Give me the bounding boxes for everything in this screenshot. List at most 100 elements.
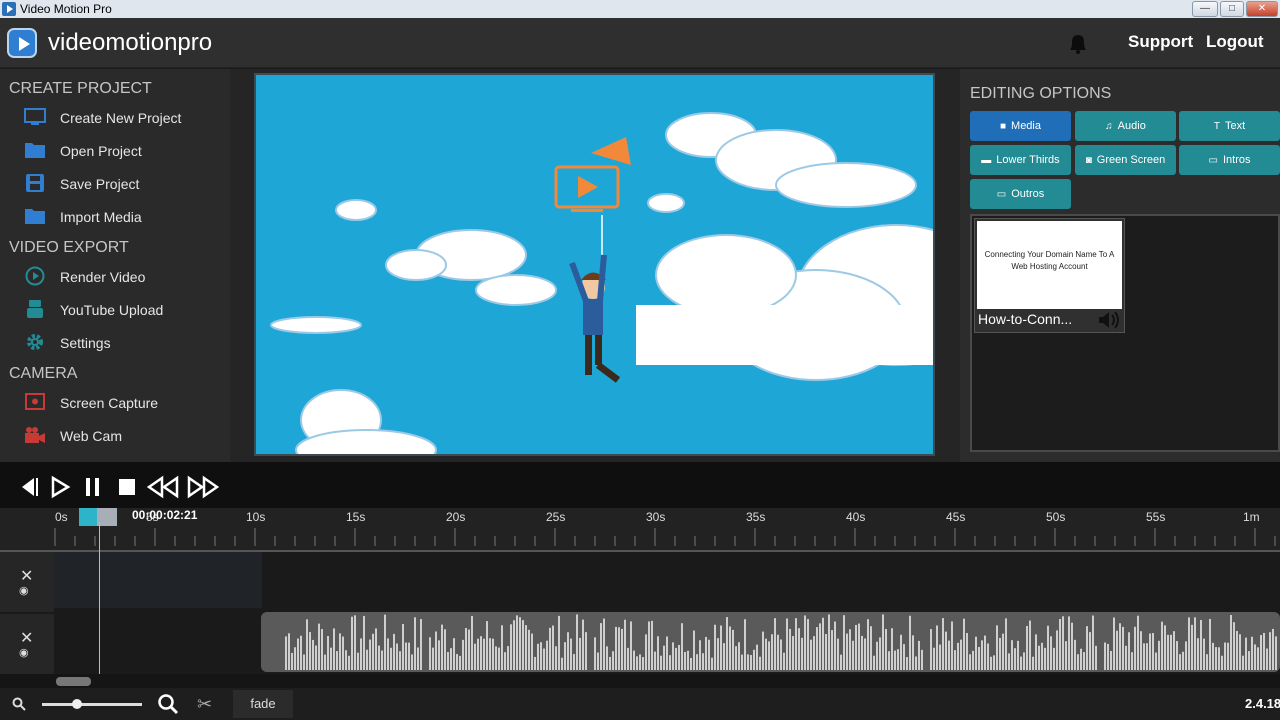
step-back-icon[interactable] — [16, 475, 42, 499]
zoom-slider-knob[interactable] — [72, 699, 82, 709]
remove-track-icon[interactable]: ✕ — [20, 566, 33, 586]
outros-button[interactable]: ▭ Outros — [970, 179, 1071, 209]
logo-text: videomotionpro — [48, 29, 213, 56]
visibility-eye-icon[interactable]: ◉ — [19, 646, 29, 659]
waveform-bar — [792, 636, 794, 670]
waveform-bar — [1191, 624, 1193, 670]
waveform-bar — [774, 618, 776, 670]
sidebar-item-settings[interactable]: Settings — [0, 329, 230, 357]
sidebar-item-label: Settings — [60, 335, 111, 351]
waveform-bar — [861, 635, 863, 670]
stop-icon[interactable] — [114, 475, 140, 499]
visibility-eye-icon[interactable]: ◉ — [19, 584, 29, 597]
media-button[interactable]: ■ Media — [970, 111, 1071, 141]
waveform-bar — [1056, 630, 1058, 670]
waveform-bar — [567, 632, 569, 670]
waveform-bar — [1113, 617, 1115, 670]
waveform-bar — [600, 623, 602, 670]
sidebar-item-create-new-project[interactable]: Create New Project — [0, 104, 230, 132]
waveform-bar — [891, 628, 893, 670]
waveform-bar — [561, 657, 563, 670]
sidebar-item-web-cam[interactable]: Web Cam — [0, 422, 230, 450]
waveform-bar — [621, 628, 623, 670]
zoom-out-icon[interactable] — [12, 697, 26, 711]
rewind-icon[interactable] — [146, 475, 180, 499]
waveform-bar — [930, 629, 932, 670]
video-preview[interactable] — [254, 73, 935, 456]
waveform-bar — [342, 636, 344, 670]
timeline-ruler[interactable]: 0s 5s 10s 15s 20s 25s 30s 35s 40s 45s 50s 55s 1m 00:… — [0, 508, 1280, 552]
sidebar-item-youtube-upload[interactable]: YouTube Upload — [0, 296, 230, 324]
tick-label: 55s — [1146, 510, 1166, 524]
waveform-bar — [351, 616, 353, 670]
waveform-bar — [645, 634, 647, 670]
sidebar-item-screen-capture[interactable]: Screen Capture — [0, 389, 230, 417]
waveform-bar — [1263, 632, 1265, 670]
transition-filter-label: fade — [250, 696, 276, 711]
green-screen-button-label: Green Screen — [1096, 154, 1166, 166]
waveform-bar — [1059, 618, 1061, 670]
sidebar-item-label: Screen Capture — [60, 395, 159, 411]
tick-label: 30s — [646, 510, 666, 524]
audio-button[interactable]: ♫ Audio — [1075, 111, 1176, 141]
maximize-button[interactable]: □ — [1220, 1, 1244, 17]
waveform-bar — [840, 654, 842, 670]
zoom-in-icon[interactable] — [157, 693, 179, 715]
sidebar-item-import-media[interactable]: Import Media — [0, 203, 230, 231]
video-clip[interactable] — [54, 552, 262, 608]
bell-icon[interactable] — [1066, 32, 1090, 54]
waveform-bar — [366, 649, 368, 670]
green-screen-button[interactable]: ◙ Green Screen — [1075, 145, 1176, 175]
waveform-bar — [1176, 641, 1178, 670]
app-header: videomotionpro Support Logout — [0, 18, 1280, 68]
zoom-slider[interactable] — [42, 703, 142, 706]
waveform-bar — [459, 655, 461, 670]
audio-waveform-clip[interactable] — [261, 612, 1280, 672]
waveform-bar — [528, 629, 530, 670]
remove-track-icon[interactable]: ✕ — [20, 628, 33, 648]
lower-thirds-button[interactable]: ▬ Lower Thirds — [970, 145, 1071, 175]
waveform-bar — [723, 643, 725, 670]
waveform-bar — [702, 653, 704, 670]
waveform-bar — [693, 630, 695, 670]
media-thumbnail-title: Connecting Your Domain Name To A Web Hos… — [977, 221, 1122, 309]
waveform-bar — [1080, 648, 1082, 670]
waveform-bar — [1248, 651, 1250, 670]
play-icon[interactable] — [48, 475, 74, 499]
waveform-bar — [684, 651, 686, 670]
pause-icon[interactable] — [80, 475, 106, 499]
waveform-bar — [921, 649, 923, 670]
waveform-bar — [765, 638, 767, 670]
waveform-bar — [630, 621, 632, 670]
scrollbar-thumb[interactable] — [56, 677, 91, 686]
waveform-bar — [477, 638, 479, 670]
waveform-bar — [1239, 634, 1241, 670]
close-button[interactable]: ✕ — [1246, 1, 1278, 17]
waveform-bar — [846, 633, 848, 670]
support-link[interactable]: Support — [1128, 32, 1193, 52]
sidebar-item-save-project[interactable]: Save Project — [0, 170, 230, 198]
waveform-bar — [465, 628, 467, 670]
sidebar-item-render-video[interactable]: Render Video — [0, 263, 230, 291]
intros-button[interactable]: ▭ Intros — [1179, 145, 1280, 175]
waveform-bar — [1227, 642, 1229, 670]
scissors-icon[interactable]: ✂ — [197, 694, 212, 715]
tick-label: 45s — [946, 510, 966, 524]
media-thumbnail[interactable]: Connecting Your Domain Name To A Web Hos… — [974, 218, 1125, 333]
sidebar-item-open-project[interactable]: Open Project — [0, 137, 230, 165]
waveform-bar — [789, 628, 791, 670]
playhead-handle[interactable] — [79, 508, 117, 526]
sidebar-item-label: Import Media — [60, 209, 142, 225]
waveform-bar — [1155, 652, 1157, 670]
minimize-button[interactable]: — — [1192, 1, 1218, 17]
fast-forward-icon[interactable] — [186, 475, 220, 499]
text-button[interactable]: T Text — [1179, 111, 1280, 141]
waveform-bar — [1074, 639, 1076, 670]
waveform-bar — [1128, 632, 1130, 670]
timeline-scrollbar[interactable] — [0, 674, 1280, 688]
logout-link[interactable]: Logout — [1206, 32, 1264, 52]
waveform-bar — [873, 655, 875, 670]
transition-filter[interactable]: fade — [233, 690, 293, 718]
waveform-bar — [798, 628, 800, 670]
waveform-bar — [1122, 626, 1124, 670]
